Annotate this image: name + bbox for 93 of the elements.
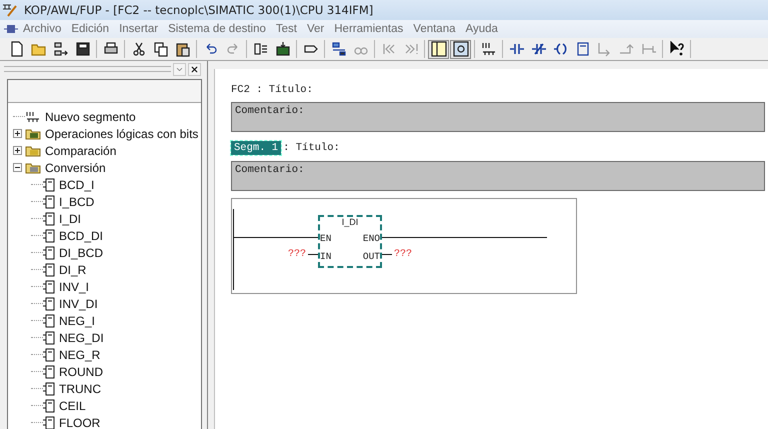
tree-item[interactable]: Nuevo segmento: [45, 110, 136, 124]
folder-icon: [25, 162, 41, 174]
scissors-icon: [130, 41, 146, 57]
tree-item[interactable]: NEG_R: [59, 348, 100, 362]
menu-item[interactable]: Ventana: [408, 23, 460, 35]
menu-item[interactable]: Ver: [302, 23, 330, 35]
new-segment-icon: [25, 110, 41, 122]
function-box-icon: [43, 280, 55, 294]
panel-layout-button[interactable]: [428, 40, 449, 58]
tree-item[interactable]: Comparación: [45, 144, 116, 158]
pin-label: EN: [320, 232, 332, 244]
function-box-icon: [43, 330, 55, 344]
comment-field[interactable]: Comentario:: [231, 161, 765, 191]
tree-item[interactable]: DI_R: [59, 262, 86, 276]
operand-placeholder[interactable]: ???: [288, 249, 306, 260]
pin-label: IN: [320, 251, 332, 262]
block-title: FC2 : Título:: [231, 84, 314, 96]
network-title: : Título:: [283, 142, 340, 154]
normally-closed-contact-icon: [530, 41, 546, 57]
block-name: I_DI: [340, 217, 360, 229]
download-icon: [274, 41, 290, 57]
folder-icon: [25, 128, 41, 140]
app-icon: [2, 3, 18, 17]
new-segment-icon: [480, 41, 496, 57]
tree-item[interactable]: FLOOR: [59, 416, 100, 429]
tree-item[interactable]: TRUNC: [59, 382, 101, 396]
function-box-icon: [43, 212, 55, 226]
next-icon: [402, 41, 418, 57]
menu-item[interactable]: Sistema de destino: [163, 23, 271, 35]
previous-icon: [380, 41, 396, 57]
menu-item[interactable]: Ayuda: [460, 23, 503, 35]
tree-item[interactable]: DI_BCD: [59, 246, 104, 260]
folder-icon: [25, 144, 41, 156]
pin-label: ENO: [362, 232, 380, 244]
tree-item[interactable]: Conversión: [45, 160, 106, 174]
compile-icon: [252, 41, 268, 57]
details-view-icon: [452, 41, 468, 57]
tree-item[interactable]: I_BCD: [59, 194, 94, 208]
tree-item[interactable]: NEG_DI: [59, 330, 104, 344]
pin-label: OUT: [362, 251, 380, 262]
function-box-icon: [43, 246, 55, 260]
menu-item[interactable]: Edición: [66, 23, 114, 35]
tree-item[interactable]: CEIL: [59, 398, 86, 412]
tree-item[interactable]: BCD_DI: [59, 228, 104, 242]
window-menu-icon[interactable]: [4, 24, 18, 34]
tree-item[interactable]: Operaciones lógicas con bits: [45, 126, 198, 140]
function-box-icon: [43, 364, 55, 378]
comment-field[interactable]: Comentario:: [231, 102, 765, 132]
plus-icon: [14, 147, 21, 154]
close-icon: [190, 64, 199, 74]
save-icon: [74, 41, 90, 57]
menu-item[interactable]: Insertar: [114, 23, 164, 35]
parallel-branch-icon: [640, 41, 656, 57]
network-icon: [330, 41, 346, 57]
tree-item[interactable]: NEG_I: [59, 314, 96, 328]
expand-toggle[interactable]: [13, 146, 22, 155]
function-block[interactable]: I_DI EN ENO IN OUT: [318, 215, 382, 268]
function-box-icon: [43, 296, 55, 310]
minus-icon: [14, 164, 21, 171]
collapse-toggle[interactable]: [13, 163, 22, 172]
menu-item[interactable]: Archivo: [18, 23, 66, 35]
function-box-icon: [43, 194, 55, 208]
function-box-icon: [43, 228, 55, 242]
function-box-icon: [574, 41, 590, 57]
panel-layout-icon: [430, 41, 446, 57]
coil-icon: [552, 41, 568, 57]
menu-item[interactable]: Herramientas: [329, 23, 408, 35]
function-box-icon: [43, 382, 55, 396]
new-file-icon: [8, 41, 24, 57]
operand-placeholder[interactable]: ???: [394, 249, 412, 260]
tree-item[interactable]: I_DI: [59, 212, 82, 226]
window-title: KOP/AWL/FUP - [FC2 -- tecnoplc\SIMATIC 300(1)\CPU 314IFM]: [24, 3, 374, 17]
copy-icon: [152, 41, 168, 57]
tree-item[interactable]: INV_DI: [59, 296, 98, 310]
plus-icon: [14, 130, 21, 137]
network-label[interactable]: Segm. 1: [231, 141, 282, 155]
tree-item[interactable]: ROUND: [59, 364, 103, 378]
nodes-icon: [52, 41, 68, 57]
paste-icon: [174, 41, 190, 57]
menu-item[interactable]: Test: [270, 23, 302, 35]
close-button[interactable]: [188, 62, 201, 76]
normally-open-contact-icon: [508, 41, 524, 57]
tree-item[interactable]: INV_I: [59, 280, 90, 294]
function-box-icon: [43, 314, 55, 328]
expand-toggle[interactable]: [13, 129, 22, 138]
function-box-icon: [43, 262, 55, 276]
function-box-icon: [43, 178, 55, 192]
branch-open-icon: [596, 41, 612, 57]
help-pointer-icon: [668, 41, 684, 57]
tree-item[interactable]: BCD_I: [59, 178, 94, 192]
function-box-icon: [43, 398, 55, 412]
details-view-button[interactable]: [450, 40, 471, 58]
function-box-icon: [43, 348, 55, 362]
